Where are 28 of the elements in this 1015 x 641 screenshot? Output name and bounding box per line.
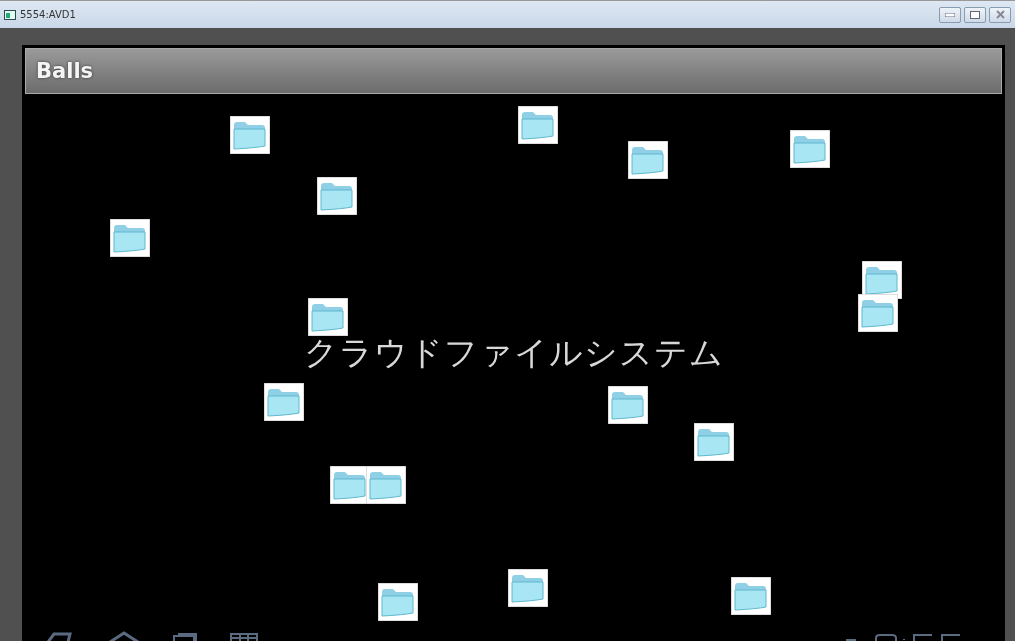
minimize-button[interactable]: [939, 6, 961, 23]
folder-icon: [628, 141, 668, 179]
home-icon[interactable]: [108, 630, 140, 641]
folder-icon: [858, 294, 898, 332]
folder-icon: [230, 116, 270, 154]
close-icon: [995, 10, 1005, 19]
folder-icon: [110, 219, 150, 257]
window-title: 5554:AVD1: [20, 9, 76, 20]
folder-icon: [518, 106, 558, 144]
app-title: Balls: [36, 59, 94, 83]
maximize-icon: [970, 10, 980, 19]
minimize-icon: [945, 12, 955, 17]
folder-icon: [790, 130, 830, 168]
folder-icon: [731, 577, 771, 615]
folder-icon: [608, 386, 648, 424]
caption-text: クラウドファイルシステム: [303, 332, 724, 374]
folder-icon: [378, 583, 418, 621]
app-icon: [4, 9, 16, 20]
close-button[interactable]: [989, 6, 1011, 23]
folder-icon: [694, 423, 734, 461]
folder-icon: [508, 569, 548, 607]
grid-icon[interactable]: [228, 630, 260, 641]
maximize-button[interactable]: [964, 6, 986, 23]
folder-icon: [366, 466, 406, 504]
folder-icon: [862, 261, 902, 299]
folder-icon: [317, 177, 357, 215]
folder-icon: [264, 383, 304, 421]
folder-icon: [308, 298, 348, 336]
